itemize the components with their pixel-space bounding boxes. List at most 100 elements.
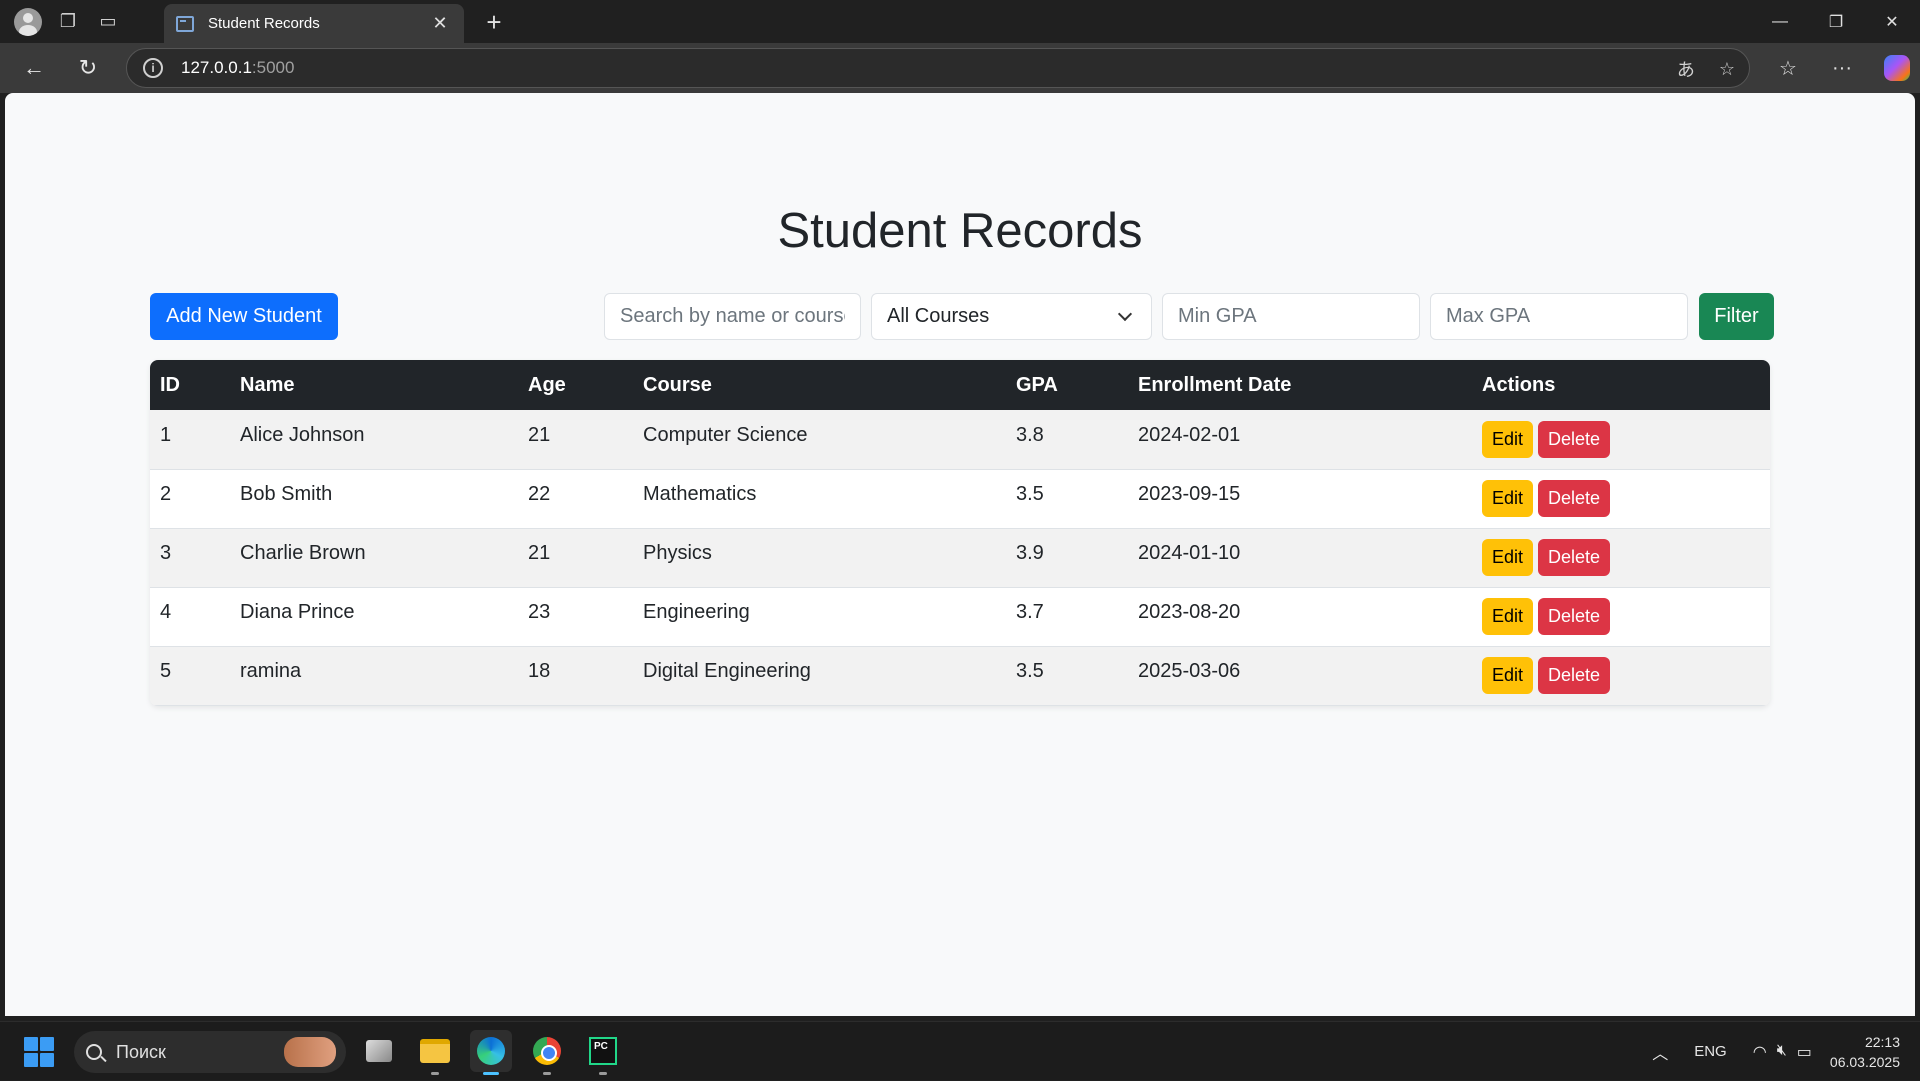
volume-muted-icon[interactable]: 🔇︎ xyxy=(1777,1042,1787,1062)
copilot-icon[interactable] xyxy=(1884,55,1910,81)
delete-button[interactable]: Delete xyxy=(1538,598,1610,635)
cell-course: Mathematics xyxy=(633,469,1006,529)
delete-button[interactable]: Delete xyxy=(1538,657,1610,694)
translate-icon[interactable]: あ xyxy=(1677,56,1695,82)
back-arrow-icon[interactable]: ← xyxy=(10,48,58,88)
students-table: ID Name Age Course GPA Enrollment Date A… xyxy=(150,360,1770,706)
new-tab-button[interactable]: + xyxy=(476,4,512,40)
browser-toolbar: ← ↻ i 127.0.0.1:5000 あ ☆ ☆ ··· xyxy=(0,43,1920,93)
delete-button[interactable]: Delete xyxy=(1538,539,1610,576)
battery-icon[interactable]: ▭ xyxy=(1797,1042,1812,1062)
task-view-icon xyxy=(366,1040,392,1062)
windows-start-icon[interactable] xyxy=(24,1037,54,1067)
cell-name: Alice Johnson xyxy=(230,410,518,470)
system-tray: ︿ ENG ◠ 🔇︎ ▭ 22:13 06.03.2025 xyxy=(1652,1022,1900,1081)
page-viewport: Student Records Add New Student All Cour… xyxy=(5,93,1915,1016)
cell-gpa: 3.8 xyxy=(1006,410,1128,470)
favorites-icon[interactable]: ☆ xyxy=(1768,48,1808,88)
more-menu-icon[interactable]: ··· xyxy=(1822,48,1862,88)
clock[interactable]: 22:13 06.03.2025 xyxy=(1830,1032,1900,1072)
search-icon xyxy=(86,1044,102,1060)
filter-controls: Add New Student All Courses Filter xyxy=(150,293,1774,340)
edit-button[interactable]: Edit xyxy=(1482,657,1533,694)
students-table-wrapper: ID Name Age Course GPA Enrollment Date A… xyxy=(150,360,1770,706)
edit-button[interactable]: Edit xyxy=(1482,480,1533,517)
minimize-icon[interactable]: — xyxy=(1752,0,1808,43)
add-new-student-button[interactable]: Add New Student xyxy=(150,293,338,340)
file-explorer-app[interactable] xyxy=(414,1030,456,1075)
header-enrollment-date[interactable]: Enrollment Date xyxy=(1128,360,1472,410)
chrome-icon xyxy=(533,1037,561,1065)
chrome-app[interactable] xyxy=(526,1030,568,1075)
chevron-up-icon[interactable]: ︿ xyxy=(1652,1040,1668,1064)
cell-course: Digital Engineering xyxy=(633,646,1006,706)
wifi-icon[interactable]: ◠ xyxy=(1753,1042,1767,1062)
table-row: 1 Alice Johnson 21 Computer Science 3.8 … xyxy=(150,410,1770,470)
restore-icon[interactable]: ❐ xyxy=(1808,0,1864,43)
cell-gpa: 3.5 xyxy=(1006,646,1128,706)
min-gpa-input[interactable] xyxy=(1162,293,1420,340)
table-row: 4 Diana Prince 23 Engineering 3.7 2023-0… xyxy=(150,587,1770,647)
avatar-icon xyxy=(14,7,42,36)
max-gpa-input[interactable] xyxy=(1430,293,1688,340)
header-actions: Actions xyxy=(1472,360,1770,410)
cell-course: Physics xyxy=(633,528,1006,588)
edit-button[interactable]: Edit xyxy=(1482,598,1533,635)
cell-name: Charlie Brown xyxy=(230,528,518,588)
cell-age: 22 xyxy=(518,469,633,529)
favorite-star-icon[interactable]: ☆ xyxy=(1719,59,1735,80)
chevron-down-icon xyxy=(1117,306,1133,321)
cell-date: 2025-03-06 xyxy=(1128,646,1472,706)
cell-gpa: 3.5 xyxy=(1006,469,1128,529)
close-window-icon[interactable]: ✕ xyxy=(1864,0,1920,43)
tab-student-records[interactable]: Student Records ✕ xyxy=(164,4,464,43)
search-input[interactable] xyxy=(604,293,861,340)
course-select[interactable]: All Courses xyxy=(871,293,1152,340)
edge-app[interactable] xyxy=(470,1030,512,1075)
cell-id: 3 xyxy=(150,528,230,588)
site-info-icon[interactable]: i xyxy=(143,58,163,78)
delete-button[interactable]: Delete xyxy=(1538,420,1610,458)
workspaces-icon[interactable]: ❐ xyxy=(48,2,88,42)
cell-date: 2024-01-10 xyxy=(1128,528,1472,588)
header-age[interactable]: Age xyxy=(518,360,633,410)
cell-date: 2024-02-01 xyxy=(1128,410,1472,470)
filter-button[interactable]: Filter xyxy=(1699,293,1774,340)
cell-gpa: 3.7 xyxy=(1006,587,1128,647)
header-name[interactable]: Name xyxy=(230,360,518,410)
table-row: 2 Bob Smith 22 Mathematics 3.5 2023-09-1… xyxy=(150,469,1770,529)
vertical-tabs-icon[interactable]: ▭ xyxy=(88,2,128,42)
language-indicator[interactable]: ENG xyxy=(1694,1043,1727,1060)
header-gpa[interactable]: GPA xyxy=(1006,360,1128,410)
browser-title-bar: ❐ ▭ Student Records ✕ + — ❐ ✕ xyxy=(0,0,1920,43)
cell-actions: Edit Delete xyxy=(1472,469,1770,529)
header-course[interactable]: Course xyxy=(633,360,1006,410)
profile-avatar[interactable] xyxy=(8,2,48,42)
table-row: 5 ramina 18 Digital Engineering 3.5 2025… xyxy=(150,646,1770,706)
taskbar-search-text: Поиск xyxy=(116,1041,166,1062)
cell-course: Engineering xyxy=(633,587,1006,647)
page-title: Student Records xyxy=(777,204,1143,258)
edit-button[interactable]: Edit xyxy=(1482,539,1533,576)
cell-actions: Edit Delete xyxy=(1472,587,1770,647)
task-view-app[interactable] xyxy=(358,1030,400,1072)
clock-time: 22:13 xyxy=(1864,1033,1900,1050)
cell-id: 2 xyxy=(150,469,230,529)
edit-button[interactable]: Edit xyxy=(1482,420,1533,458)
course-select-value: All Courses xyxy=(887,305,990,327)
url-host: 127.0.0.1 xyxy=(181,58,252,77)
cell-actions: Edit Delete xyxy=(1472,646,1770,706)
close-tab-icon[interactable]: ✕ xyxy=(428,13,452,34)
reload-icon[interactable]: ↻ xyxy=(64,48,112,88)
address-bar[interactable]: i 127.0.0.1:5000 あ ☆ xyxy=(126,48,1750,88)
cell-name: Bob Smith xyxy=(230,469,518,529)
cell-age: 23 xyxy=(518,587,633,647)
taskbar-search[interactable]: Поиск xyxy=(74,1031,346,1073)
header-id[interactable]: ID xyxy=(150,360,230,410)
pycharm-app[interactable] xyxy=(582,1030,624,1075)
table-header-row: ID Name Age Course GPA Enrollment Date A… xyxy=(150,360,1770,410)
delete-button[interactable]: Delete xyxy=(1538,480,1610,517)
cell-id: 1 xyxy=(150,410,230,470)
cell-age: 21 xyxy=(518,410,633,470)
cell-course: Computer Science xyxy=(633,410,1006,470)
